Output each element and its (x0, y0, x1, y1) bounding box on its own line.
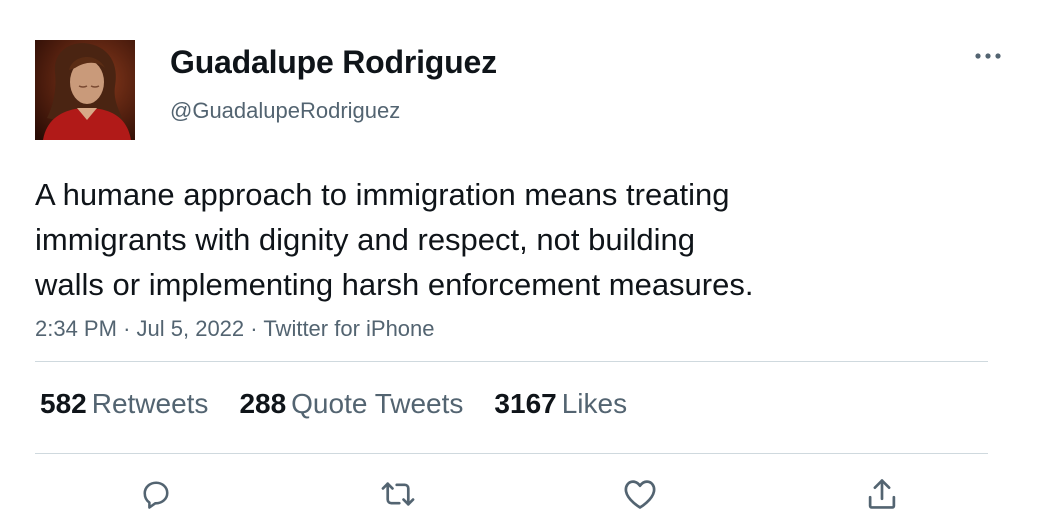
reply-icon (143, 481, 169, 509)
tweet-meta: 2:34 PM · Jul 5, 2022 · Twitter for iPho… (35, 316, 435, 342)
quote-tweets-stat[interactable]: 288 Quote Tweets (239, 388, 463, 420)
tweet-text: A humane approach to immigration means t… (35, 172, 935, 307)
display-name[interactable]: Guadalupe Rodriguez (170, 44, 497, 81)
divider (35, 361, 988, 362)
retweet-icon (381, 482, 415, 506)
more-dots-icon (975, 53, 1001, 59)
quote-tweets-label: Quote Tweets (291, 388, 464, 419)
heart-icon (624, 480, 656, 509)
likes-label: Likes (561, 388, 628, 419)
reply-button[interactable] (134, 472, 178, 516)
divider (35, 453, 988, 454)
tweet-text-line: walls or implementing harsh enforcement … (35, 267, 754, 302)
tweet-stats: 582 Retweets 288 Quote Tweets 3167 Likes (40, 388, 658, 420)
tweet-text-line: immigrants with dignity and respect, not… (35, 222, 695, 257)
tweet-time[interactable]: 2:34 PM (35, 316, 117, 341)
tweet-text-line: A humane approach to immigration means t… (35, 177, 730, 212)
quote-tweets-count: 288 (239, 388, 287, 419)
likes-count: 3167 (494, 388, 557, 419)
retweets-label: Retweets (91, 388, 209, 419)
like-button[interactable] (618, 472, 662, 516)
meta-separator: · (250, 316, 264, 341)
meta-separator: · (123, 316, 137, 341)
user-handle[interactable]: @GuadalupeRodriguez (170, 98, 400, 124)
avatar[interactable] (35, 40, 135, 140)
likes-stat[interactable]: 3167 Likes (494, 388, 627, 420)
share-button[interactable] (860, 472, 904, 516)
tweet-client[interactable]: Twitter for iPhone (263, 316, 434, 341)
tweet-date[interactable]: Jul 5, 2022 (137, 316, 245, 341)
retweet-button[interactable] (376, 472, 420, 516)
more-options-button[interactable] (968, 44, 1008, 68)
retweets-stat[interactable]: 582 Retweets (40, 388, 208, 420)
retweets-count: 582 (40, 388, 87, 419)
share-icon (868, 479, 896, 509)
